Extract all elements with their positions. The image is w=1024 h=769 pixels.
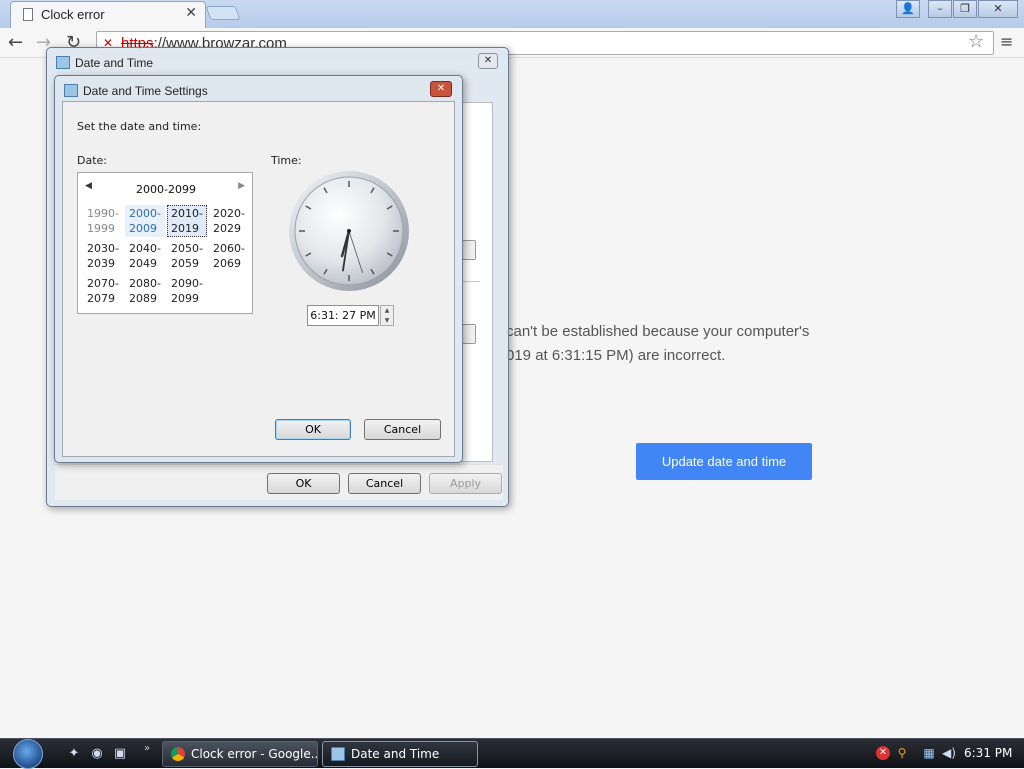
calendar-header[interactable]: 2000-2099	[78, 183, 254, 196]
error-icon[interactable]: ✕	[876, 746, 890, 760]
browser-quicklaunch-icon[interactable]: ◉	[89, 746, 105, 762]
error-description: can't be established because your comput…	[506, 323, 810, 364]
decade-cell[interactable]: 2040- 2049	[125, 240, 165, 272]
hidden-button[interactable]	[462, 240, 476, 260]
dialog-title: Date and Time	[75, 56, 154, 70]
window-close-button[interactable]: ✕	[978, 0, 1018, 18]
browser-tab[interactable]: Clock error ✕	[10, 1, 206, 28]
dialog-button-row: OK Cancel Apply	[55, 464, 503, 500]
monitor-icon[interactable]: ▣	[112, 746, 128, 762]
date-time-icon	[331, 747, 345, 761]
ok-button[interactable]: OK	[275, 419, 351, 440]
calendar-icon	[64, 84, 78, 97]
spin-down-icon[interactable]: ▼	[381, 316, 393, 325]
taskbar-item-date-time[interactable]: Date and Time	[322, 741, 478, 767]
next-arrow-icon[interactable]: ▶	[238, 181, 245, 191]
apply-button[interactable]: Apply	[429, 473, 502, 494]
menu-icon[interactable]: ≡	[1000, 32, 1013, 51]
taskbar-clock[interactable]: 6:31 PM	[964, 746, 1012, 760]
decade-cell[interactable]: 2080- 2089	[125, 275, 165, 307]
document-icon	[23, 8, 33, 21]
tab-close-icon[interactable]: ✕	[185, 5, 197, 21]
browser-tab-strip: Clock error ✕ 👤 – ❐ ✕	[0, 0, 1024, 28]
time-label: Time:	[271, 154, 302, 167]
windows-orb-icon	[13, 739, 43, 769]
chrome-icon	[171, 747, 185, 761]
decade-cell[interactable]: 2020- 2029	[209, 205, 249, 237]
update-date-time-button[interactable]: Update date and time	[636, 443, 812, 480]
hidden-button[interactable]	[462, 324, 476, 344]
cancel-button[interactable]: Cancel	[364, 419, 441, 440]
decade-cell[interactable]: 2070- 2079	[83, 275, 123, 307]
analog-clock	[289, 171, 409, 291]
start-button[interactable]	[6, 739, 50, 769]
taskbar-item-chrome[interactable]: Clock error - Google...	[162, 741, 318, 767]
time-input[interactable]: 6:31: 27 PM	[307, 305, 379, 326]
system-tray: ✕ ⚲ ▦ ◀) 6:31 PM	[868, 739, 1024, 769]
spin-up-icon[interactable]: ▲	[381, 306, 393, 315]
show-desktop-icon[interactable]: ✦	[66, 746, 82, 762]
divider	[462, 281, 480, 282]
decade-calendar: ◀ 2000-2099 ▶ 1990- 1999 2000- 2009 2010- 201…	[77, 172, 253, 314]
restore-button[interactable]: ❐	[953, 0, 977, 18]
decade-cell[interactable]: 2030- 2039	[83, 240, 123, 272]
user-icon[interactable]: 👤	[896, 0, 920, 18]
cancel-button[interactable]: Cancel	[348, 473, 421, 494]
chevron-right-icon[interactable]: »	[144, 743, 150, 754]
taskbar: ✦ ◉ ▣ » Clock error - Google... Date and…	[0, 738, 1024, 769]
volume-icon[interactable]: ◀)	[942, 746, 956, 760]
decade-cell[interactable]: 2050- 2059	[167, 240, 207, 272]
date-time-settings-dialog: Date and Time Settings ✕ Set the date an…	[54, 75, 463, 463]
date-label: Date:	[77, 154, 107, 167]
dialog-title: Date and Time Settings	[83, 84, 208, 98]
decade-cell[interactable]: 2010- 2019	[167, 205, 207, 237]
decade-cell[interactable]: 2090- 2099	[167, 275, 207, 307]
ok-button[interactable]: OK	[267, 473, 340, 494]
calendar-icon	[56, 56, 70, 69]
back-arrow-icon[interactable]: ←	[8, 32, 23, 53]
search-icon[interactable]: ⚲	[895, 746, 909, 760]
dialog-close-button[interactable]: ✕	[478, 53, 498, 69]
dialog-close-button[interactable]: ✕	[430, 81, 452, 97]
minimize-button[interactable]: –	[928, 0, 952, 18]
decade-cell[interactable]: 2000- 2009	[125, 205, 165, 237]
time-spinner[interactable]: ▲ ▼	[380, 305, 394, 326]
decade-cell[interactable]: 2060- 2069	[209, 240, 249, 272]
tab-title: Clock error	[41, 7, 105, 22]
new-tab-button[interactable]	[205, 6, 241, 20]
bookmark-star-icon[interactable]: ☆	[968, 31, 984, 52]
set-date-time-label: Set the date and time:	[77, 120, 202, 133]
dialog-body: Set the date and time: Date: Time: ◀ 200…	[62, 101, 455, 457]
clock-pivot	[347, 229, 351, 233]
network-icon[interactable]: ▦	[922, 746, 936, 760]
decade-cell[interactable]: 1990- 1999	[83, 205, 123, 237]
